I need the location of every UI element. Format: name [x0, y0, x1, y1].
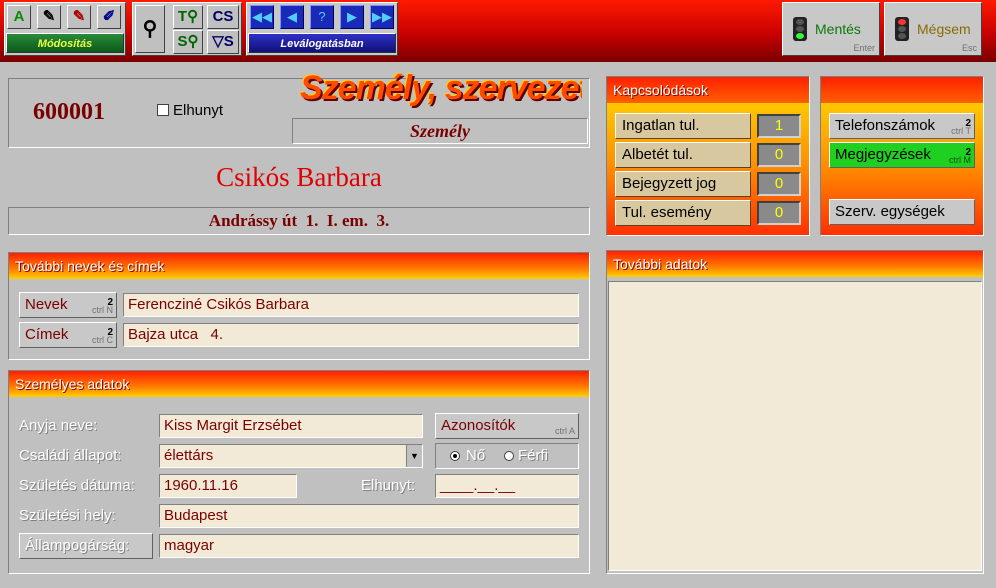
row-button-shortcut: ctrl C — [92, 335, 113, 345]
birthplace-label: Születési hely: — [19, 507, 116, 524]
link-item-button[interactable]: Albetét tul. — [615, 142, 751, 168]
traffic-light-red-icon — [895, 17, 909, 41]
link-item-button[interactable]: Bejegyzett jog — [615, 171, 751, 197]
male-label: Férfi — [518, 447, 548, 464]
identifiers-button[interactable]: Azonosítók ctrl A — [435, 413, 579, 439]
person-name: Csikós Barbara — [216, 162, 382, 192]
save-shortcut: Enter — [853, 43, 875, 53]
entity-type: Személy — [410, 121, 470, 141]
save-button[interactable]: Mentés Enter — [782, 2, 880, 56]
previous-record-icon[interactable]: ◀ — [280, 5, 304, 29]
person-address: Andrássy út 1. I. em. 3. — [8, 207, 590, 235]
marital-status-value: élettárs — [164, 447, 214, 464]
male-radio[interactable] — [504, 451, 514, 461]
last-record-icon[interactable]: ▶▶ — [370, 5, 394, 29]
female-label: Nő — [466, 447, 486, 464]
org-units-button[interactable]: Szerv. egységek — [829, 199, 975, 225]
first-record-icon[interactable]: ◀◀ — [250, 5, 274, 29]
edit-mode-caption[interactable]: Módosítás — [6, 33, 124, 53]
links-section-title: Kapcsolódások — [607, 77, 809, 103]
identifiers-label: Azonosítók — [441, 417, 516, 434]
group-search-icon[interactable]: CS — [207, 5, 239, 29]
search-toolbar-group: ⚲ T⚲ CS S⚲ ▽S — [132, 2, 242, 56]
dropdown-arrow-icon[interactable]: ▼ — [406, 445, 422, 467]
death-date-field[interactable]: ____.__.__ — [435, 474, 579, 498]
more-data-panel: További adatok — [606, 250, 984, 574]
app-logo: Személy, szervezet — [300, 69, 582, 107]
extra-panel-header — [821, 77, 983, 103]
row-button-shortcut: ctrl N — [92, 305, 113, 315]
link-item-count: 0 — [757, 172, 801, 196]
search-icon[interactable]: ⚲ — [135, 5, 165, 53]
entity-type-field: Személy — [292, 118, 588, 144]
link-item-count: 0 — [757, 201, 801, 225]
links-panel: Kapcsolódások Ingatlan tul. 1 Albetét tul.… — [606, 76, 810, 236]
citizenship-field[interactable]: magyar — [159, 534, 579, 558]
notes-label: Megjegyzések — [835, 146, 931, 163]
next-record-icon[interactable]: ▶ — [340, 5, 364, 29]
traffic-light-green-icon — [793, 17, 807, 41]
help-icon[interactable]: ? — [310, 5, 334, 29]
filter-caption[interactable]: Leválogatásban — [248, 33, 396, 53]
personal-section-title: Személyes adatok — [9, 371, 589, 397]
citizenship-button[interactable]: Állampogárság: — [19, 533, 153, 559]
save-label: Mentés — [815, 21, 861, 37]
names-section-title: További nevek és címek — [9, 253, 589, 279]
gender-group: Nő Férfi — [435, 443, 579, 469]
s-search-icon[interactable]: S⚲ — [173, 30, 203, 54]
cancel-label: Mégsem — [917, 21, 971, 37]
link-item-button[interactable]: Ingatlan tul. — [615, 113, 751, 139]
addresses-button[interactable]: Címek 2 ctrl C — [19, 322, 117, 348]
death-date-label: Elhunyt: — [361, 477, 416, 494]
alt-name-field[interactable]: Ferencziné Csikós Barbara — [123, 293, 579, 317]
identifiers-shortcut: ctrl A — [554, 426, 575, 436]
record-id: 600001 — [33, 99, 105, 125]
edit-toolbar-group: A ✎ ✎ ✐ Módosítás — [4, 2, 126, 56]
more-data-textarea[interactable] — [608, 281, 982, 571]
notes-shortcut: ctrl M — [949, 155, 971, 165]
marital-status-label: Családi állapot: — [19, 447, 122, 464]
phone-numbers-label: Telefonszámok — [835, 117, 936, 134]
filter-icon[interactable]: ▽S — [207, 30, 239, 54]
edit-all-icon[interactable]: ✎ — [67, 5, 91, 29]
phone-numbers-shortcut: ctrl T — [951, 126, 971, 136]
more-data-title: További adatok — [607, 251, 983, 277]
notes-button[interactable]: Megjegyzések 2 ctrl M — [829, 142, 975, 168]
marital-status-select[interactable]: élettárs ▼ — [159, 444, 423, 468]
link-item-count: 0 — [757, 143, 801, 167]
mother-name-label: Anyja neve: — [19, 417, 98, 434]
link-item-count: 1 — [757, 114, 801, 138]
deceased-checkbox[interactable] — [157, 104, 169, 116]
mother-name-field[interactable]: Kiss Margit Erzsébet — [159, 414, 423, 438]
names-addresses-panel: További nevek és címek Nevek 2 ctrl N Fer… — [8, 252, 590, 360]
navigation-toolbar-group: ◀◀ ◀? ▶ ▶▶ Leválogatásban — [246, 2, 398, 56]
erase-icon[interactable]: ✐ — [97, 5, 121, 29]
phone-numbers-button[interactable]: Telefonszámok 2 ctrl T — [829, 113, 975, 139]
toolbar: A ✎ ✎ ✐ Módosítás ⚲ T⚲ CS S⚲ ▽S ◀◀ ◀? ▶ ▶▶ … — [0, 0, 996, 62]
female-radio[interactable] — [450, 451, 460, 461]
edit-icon[interactable]: ✎ — [37, 5, 61, 29]
birth-date-field[interactable]: 1960.11.16 — [159, 474, 297, 498]
add-icon[interactable]: A — [7, 5, 31, 29]
names-button[interactable]: Nevek 2 ctrl N — [19, 292, 117, 318]
link-item-button[interactable]: Tul. esemény — [615, 200, 751, 226]
extra-panel: Telefonszámok 2 ctrl T Megjegyzések 2 ct… — [820, 76, 984, 236]
cancel-shortcut: Esc — [961, 43, 977, 53]
alt-address-field[interactable]: Bajza utca 4. — [123, 323, 579, 347]
birth-date-label: Születés dátuma: — [19, 477, 135, 494]
cancel-button[interactable]: Mégsem Esc — [884, 2, 982, 56]
row-button-label: Címek — [25, 326, 69, 343]
personal-data-panel: Személyes adatok Anyja neve: Kiss Margit… — [8, 370, 590, 574]
text-search-icon[interactable]: T⚲ — [173, 5, 203, 29]
row-button-label: Nevek — [25, 296, 68, 313]
deceased-label: Elhunyt — [173, 102, 224, 119]
birthplace-field[interactable]: Budapest — [159, 504, 579, 528]
